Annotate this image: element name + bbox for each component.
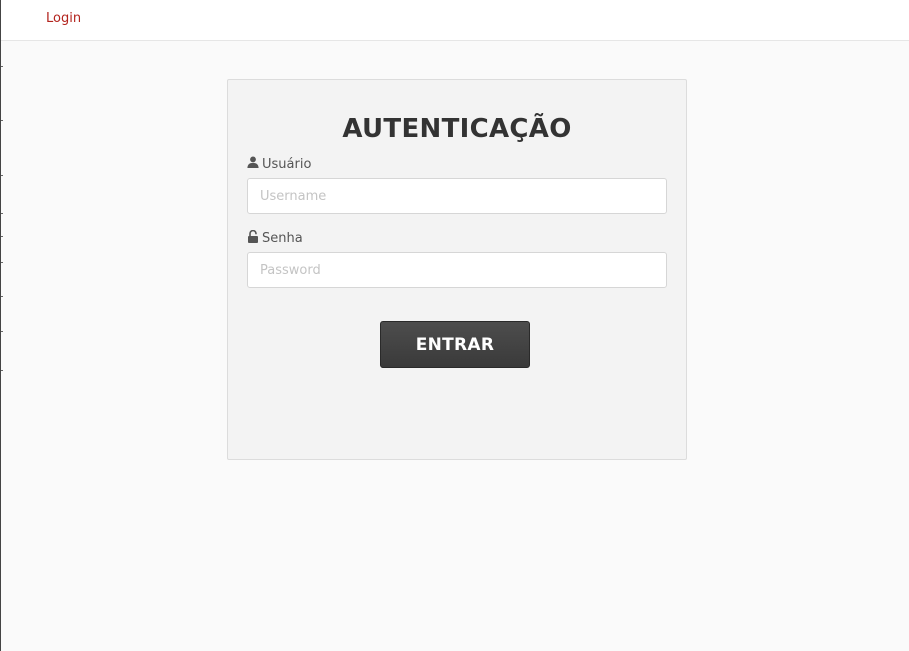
edge-mark	[1, 175, 3, 176]
edge-mark	[1, 370, 3, 371]
panel-title: AUTENTICAÇÃO	[342, 114, 572, 144]
edge-mark	[1, 66, 3, 67]
username-label-text: Usuário	[262, 156, 312, 172]
edge-mark	[1, 236, 3, 237]
top-navbar: Login	[1, 0, 909, 41]
edge-mark	[1, 331, 3, 332]
edge-mark	[1, 120, 3, 121]
username-label: Usuário	[247, 156, 311, 172]
login-link[interactable]: Login	[46, 11, 81, 26]
submit-button[interactable]: ENTRAR	[380, 321, 530, 368]
user-icon	[247, 156, 262, 172]
login-panel: AUTENTICAÇÃO Usuário Senha ENTRAR	[227, 79, 687, 460]
password-input[interactable]	[247, 252, 667, 288]
edge-mark	[1, 262, 3, 263]
password-label-text: Senha	[262, 231, 303, 246]
username-input[interactable]	[247, 178, 667, 214]
edge-mark	[1, 213, 3, 214]
unlock-icon	[247, 229, 262, 247]
password-label: Senha	[247, 229, 303, 247]
page: Login AUTENTICAÇÃO Usuário Senha	[0, 0, 909, 651]
edge-mark	[1, 296, 3, 297]
